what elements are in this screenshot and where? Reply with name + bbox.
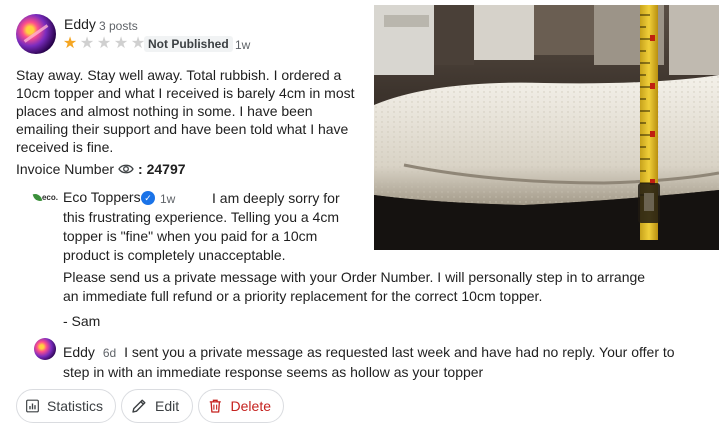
trash-icon — [209, 399, 221, 413]
star-rating: ★ ★ ★ ★ ★ — [62, 36, 146, 52]
edit-label: Edit — [155, 398, 180, 414]
bar-chart-icon — [26, 399, 39, 413]
followup-avatar[interactable] — [34, 338, 56, 360]
followup-comment: Eddy 6d I sent you a private message as … — [63, 343, 703, 382]
followup-name[interactable]: Eddy — [63, 344, 95, 360]
followup-text: I sent you a private message as requeste… — [63, 344, 675, 380]
statistics-button[interactable]: Statistics — [16, 389, 116, 423]
star-empty-icon: ★ — [79, 35, 95, 52]
reviewer-name[interactable]: Eddy — [64, 16, 96, 32]
review-photo[interactable] — [374, 5, 719, 250]
reviewer-post-count: 3 posts — [99, 19, 138, 33]
delete-label: Delete — [230, 398, 271, 414]
statistics-label: Statistics — [46, 398, 103, 414]
delete-button[interactable]: Delete — [198, 389, 284, 423]
owner-signature: - Sam — [63, 313, 101, 329]
verified-badge-icon: ✓ — [141, 191, 155, 205]
owner-reply-age: 1w — [160, 192, 176, 206]
invoice-number: : 24797 — [138, 161, 186, 177]
logo-text: eco. — [41, 192, 58, 202]
invoice-label: Invoice Number — [16, 161, 115, 177]
review-age: 1w — [235, 38, 251, 52]
status-badge: Not Published — [144, 36, 233, 52]
followup-age: 6d — [102, 346, 117, 360]
eco-toppers-logo: eco. — [32, 190, 58, 204]
pencil-icon — [132, 399, 146, 413]
edit-button[interactable]: Edit — [121, 389, 193, 423]
review-text: Stay away. Stay well away. Total rubbish… — [16, 67, 355, 155]
star-filled-icon: ★ — [62, 35, 78, 52]
owner-name[interactable]: Eco Toppers — [63, 189, 141, 205]
eye-icon[interactable] — [118, 163, 134, 175]
owner-reply-paragraph: Please send us a private message with yo… — [63, 269, 646, 304]
reviewer-avatar[interactable] — [16, 14, 56, 54]
star-empty-icon: ★ — [113, 35, 129, 52]
leaf-icon — [32, 191, 43, 203]
invoice-row: Invoice Number : 24797 — [16, 161, 186, 177]
star-empty-icon: ★ — [96, 35, 112, 52]
mattress-topper-photo — [374, 5, 719, 250]
